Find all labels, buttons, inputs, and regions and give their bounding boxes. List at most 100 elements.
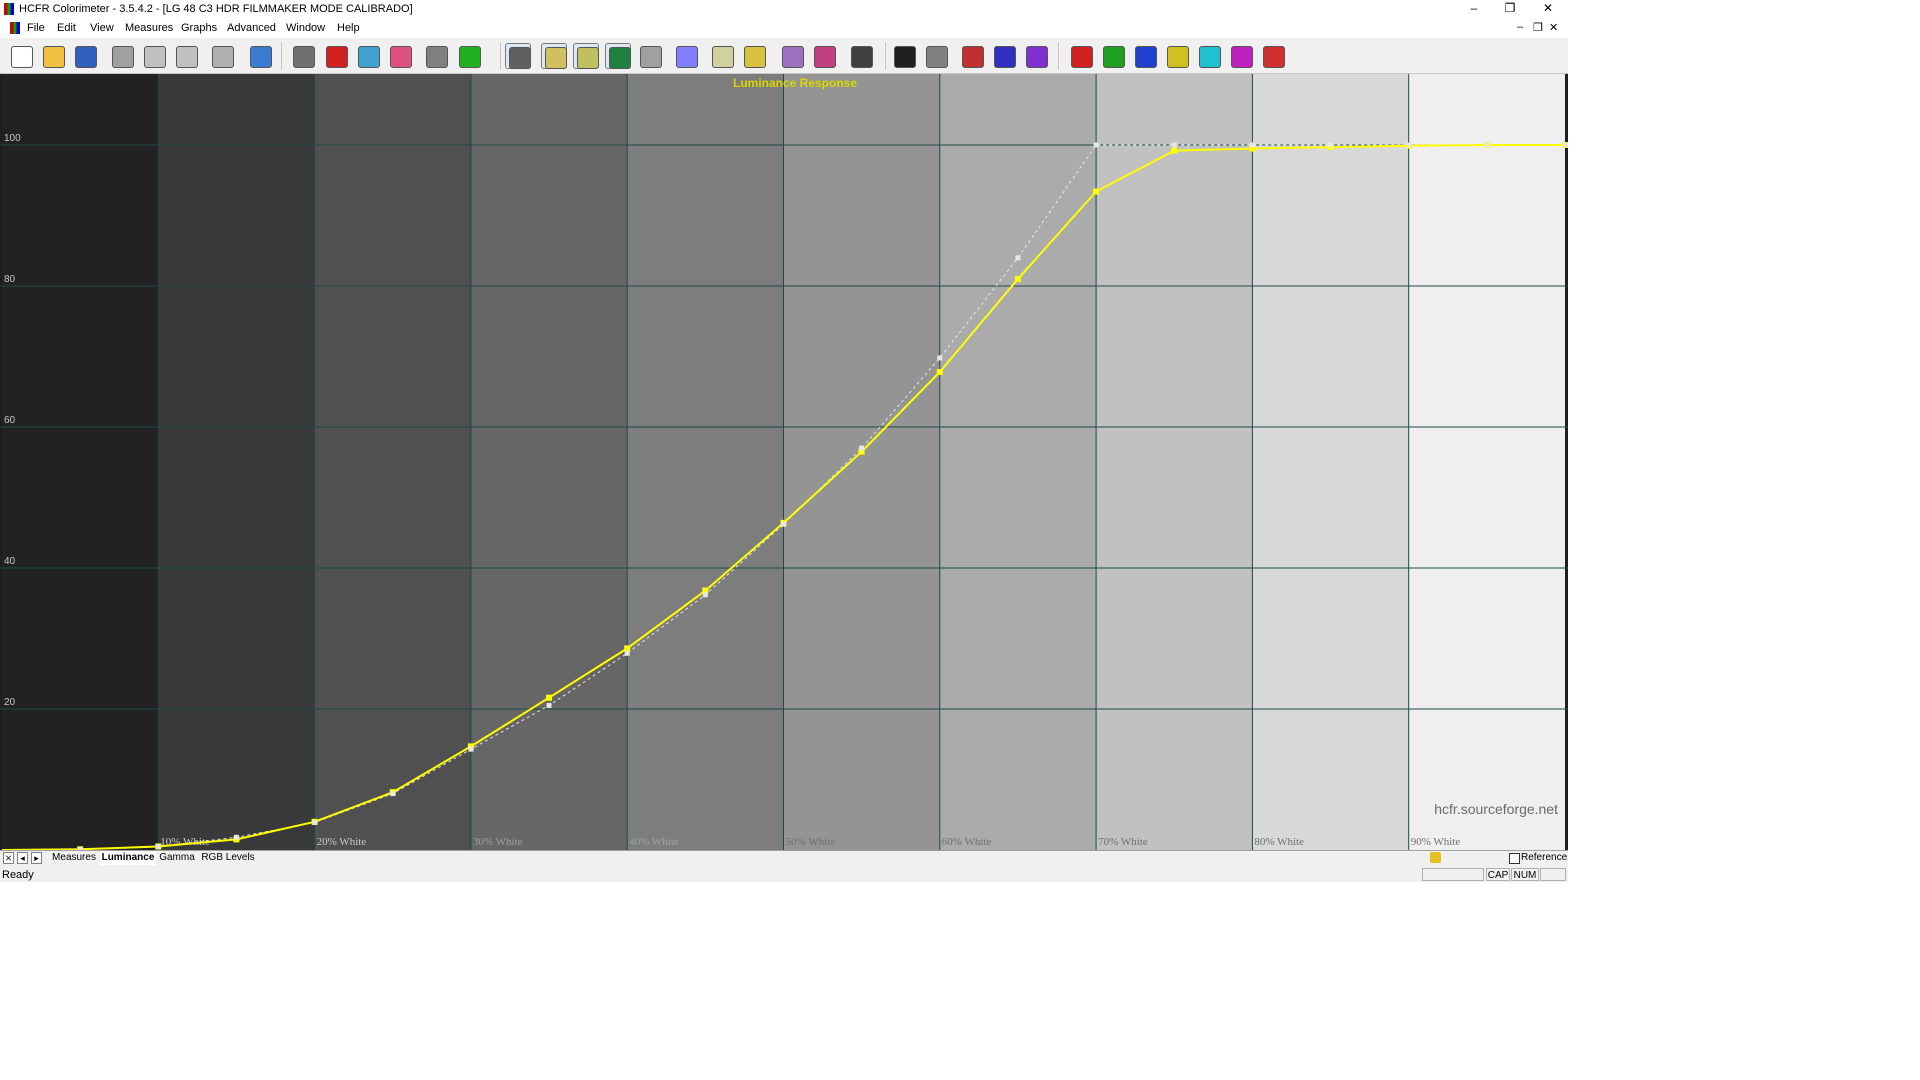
y-tick-label: 20 [4, 697, 16, 708]
chart-title: Luminance Response [733, 76, 857, 90]
secondaries-button[interactable] [355, 43, 381, 69]
graph-gamma-button[interactable] [573, 43, 599, 69]
mdi-restore-button[interactable]: ❐ [1533, 21, 1543, 34]
gray-band [470, 74, 628, 850]
graph-measure-button[interactable] [848, 43, 874, 69]
x-tick-label: 60% White [942, 836, 992, 848]
primaries-button[interactable] [323, 43, 349, 69]
rgb-measure-button[interactable] [959, 43, 985, 69]
graph-cie-icon [509, 47, 531, 69]
graph-saturation-icon [712, 46, 734, 68]
tab-rgb-levels[interactable]: RGB Levels [200, 851, 256, 865]
reference-data-point [1328, 142, 1334, 148]
green-measure-icon [1103, 46, 1125, 68]
graph-yellow-button[interactable] [741, 43, 767, 69]
play-button[interactable] [456, 43, 482, 69]
luminance-data-point [1093, 188, 1100, 195]
menu-measures[interactable]: Measures [125, 22, 173, 34]
graph-luminance-button[interactable] [541, 43, 567, 69]
menu-help[interactable]: Help [337, 22, 360, 34]
grayscale-measure2-button[interactable] [923, 43, 949, 69]
graph-measure-icon [851, 46, 873, 68]
menu-graphs[interactable]: Graphs [181, 22, 217, 34]
paste-button[interactable] [173, 43, 199, 69]
close-tab-button[interactable]: ⨯ [3, 852, 14, 864]
red-measure-icon [1071, 46, 1093, 68]
colors-icon [390, 46, 412, 68]
graph-colortemp-button[interactable] [637, 43, 663, 69]
yellow-measure-icon [1167, 46, 1189, 68]
camera-button[interactable] [423, 43, 449, 69]
green-measure-button[interactable] [1100, 43, 1126, 69]
cap-indicator: CAP [1486, 868, 1510, 881]
x-tick-label: 20% White [317, 836, 367, 848]
menu-window[interactable]: Window [286, 22, 325, 34]
grayscale-measure-button[interactable] [891, 43, 917, 69]
cyan-measure-button[interactable] [1196, 43, 1222, 69]
next-tab-button[interactable]: ▸ [31, 852, 42, 864]
mdi-close-button[interactable]: ✕ [1549, 21, 1558, 34]
rgb-measure2-icon [994, 46, 1016, 68]
copy-button[interactable] [141, 43, 167, 69]
save-icon [75, 46, 97, 68]
tab-gamma[interactable]: Gamma [158, 851, 196, 865]
reference-data-point [233, 834, 239, 840]
help-icon [250, 46, 272, 68]
open-icon [43, 46, 65, 68]
document-icon [10, 22, 20, 34]
new-button[interactable] [8, 43, 34, 69]
graph-rgb-icon [609, 47, 631, 69]
tab-measures[interactable]: Measures [50, 851, 98, 865]
rgb-measure2-button[interactable] [991, 43, 1017, 69]
luminance-data-point [1171, 147, 1178, 154]
graph-cie-chart-button[interactable] [673, 43, 699, 69]
cut-icon [112, 46, 134, 68]
menu-edit[interactable]: Edit [57, 22, 76, 34]
tab-luminance[interactable]: Luminance [100, 851, 156, 865]
window-title: HCFR Colorimeter - 3.5.4.2 - [LG 48 C3 H… [19, 3, 413, 15]
y-tick-label: 80 [4, 274, 16, 285]
graph-spectrum-button[interactable] [779, 43, 805, 69]
gray-band [158, 74, 315, 850]
play-icon [459, 46, 481, 68]
close-button[interactable]: ✕ [1530, 0, 1566, 18]
menu-file[interactable]: File [27, 22, 45, 34]
reference-data-point [624, 650, 630, 656]
graph-cie-button[interactable] [505, 43, 531, 69]
gray-band [1408, 74, 1565, 850]
reference-data-point [1249, 142, 1255, 148]
gray-band [1096, 74, 1253, 850]
cut-button[interactable] [109, 43, 135, 69]
save-button[interactable] [72, 43, 98, 69]
graph-deltae-button[interactable] [811, 43, 837, 69]
red-measure-button[interactable] [1068, 43, 1094, 69]
menu-view[interactable]: View [90, 22, 114, 34]
print-button[interactable] [209, 43, 235, 69]
sensor-button[interactable] [290, 43, 316, 69]
print-icon [212, 46, 234, 68]
prev-tab-button[interactable]: ◂ [17, 852, 28, 864]
maximize-button[interactable]: ❐ [1492, 0, 1528, 18]
graph-rgb-button[interactable] [605, 43, 631, 69]
gray-band [627, 74, 784, 850]
primaries-icon [326, 46, 348, 68]
minimize-button[interactable]: – [1456, 0, 1492, 18]
yellow-measure-button[interactable] [1164, 43, 1190, 69]
graph-luminance-icon [545, 47, 567, 69]
colors-button[interactable] [387, 43, 413, 69]
blue-measure-button[interactable] [1132, 43, 1158, 69]
toolbar-separator [885, 42, 886, 70]
gray-band [783, 74, 940, 850]
reference-checkbox[interactable] [1509, 853, 1520, 864]
graph-saturation-button[interactable] [709, 43, 735, 69]
help-button[interactable] [247, 43, 273, 69]
graph-yellow-icon [744, 46, 766, 68]
open-button[interactable] [40, 43, 66, 69]
special-measure-button[interactable] [1023, 43, 1049, 69]
status-bar [0, 867, 1568, 882]
luminance-data-point [546, 694, 553, 701]
menu-advanced[interactable]: Advanced [227, 22, 276, 34]
magenta-measure-button[interactable] [1228, 43, 1254, 69]
all-colors-measure-button[interactable] [1260, 43, 1286, 69]
mdi-minimize-button[interactable]: – [1517, 21, 1523, 33]
